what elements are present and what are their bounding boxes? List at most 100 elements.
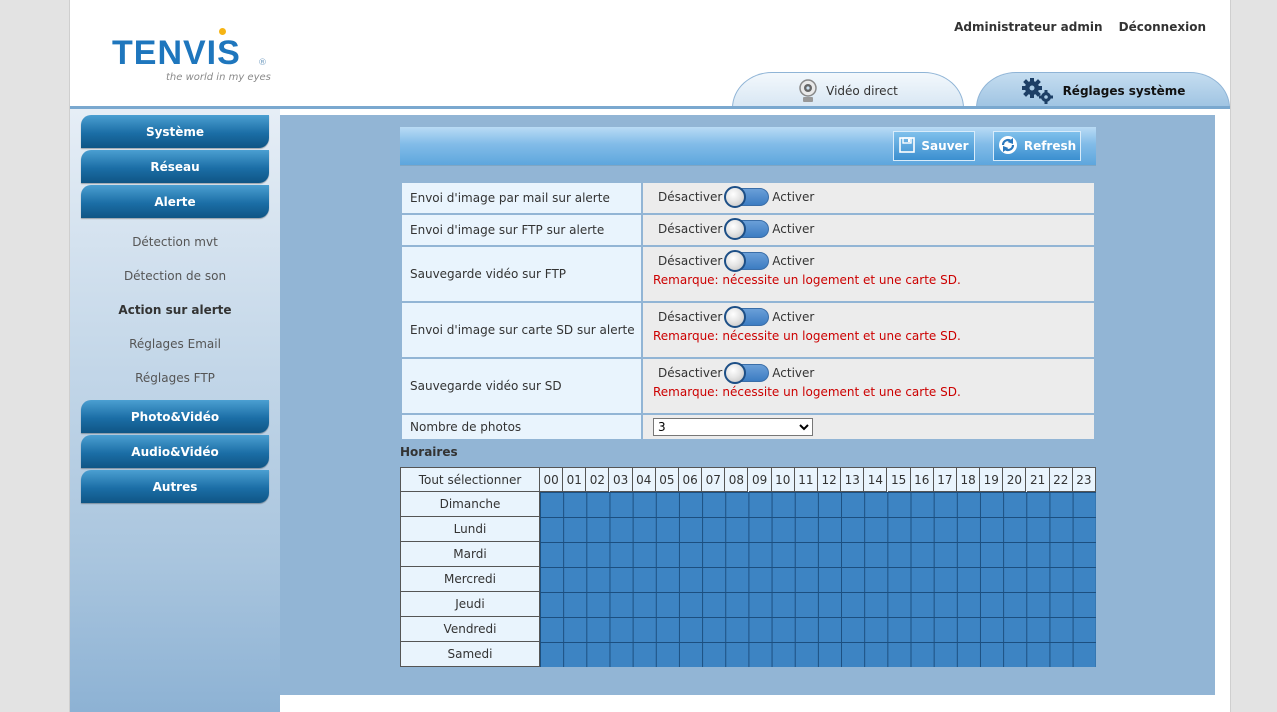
hour-header[interactable]: 12 (818, 468, 842, 492)
hour-header[interactable]: 11 (794, 468, 818, 492)
setting-label: Sauvegarde vidéo sur SD (400, 357, 643, 415)
camera-icon (798, 78, 818, 103)
setting-label: Sauvegarde vidéo sur FTP (400, 245, 643, 303)
ftp-image-toggle[interactable] (724, 218, 770, 240)
day-row-label[interactable]: Dimanche (401, 492, 540, 517)
sidebar-item-photo-video[interactable]: Photo&Vidéo (81, 400, 269, 433)
floppy-icon (899, 136, 916, 156)
day-row-label[interactable]: Vendredi (401, 617, 540, 642)
top-links: Administrateur admin Déconnexion (942, 20, 1206, 34)
tab-live-label: Vidéo direct (826, 83, 898, 98)
hour-header[interactable]: 01 (563, 468, 587, 492)
tenvis-logo: TENVIS ® the world in my eyes (112, 28, 292, 88)
toggle-off-label: Désactiver (658, 190, 723, 204)
hour-header[interactable]: 06 (679, 468, 703, 492)
setting-label: Nombre de photos (400, 413, 643, 441)
mail-alert-toggle[interactable] (724, 186, 770, 208)
sidebar-sub-action-alerte[interactable]: Action sur alerte (81, 300, 269, 320)
hour-header[interactable]: 23 (1072, 468, 1096, 492)
settings-row: Sauvegarde vidéo sur SD Désactiver Activ… (400, 357, 1096, 415)
toolbar: Sauver Refresh (400, 127, 1096, 166)
sidebar-sub-reglages-ftp[interactable]: Réglages FTP (81, 368, 269, 388)
settings-row: Nombre de photos 3 (400, 413, 1096, 441)
logo-tagline: the world in my eyes (166, 72, 271, 83)
day-row-label[interactable]: Samedi (401, 642, 540, 667)
toggle-off-label: Désactiver (658, 222, 723, 236)
registered-mark: ® (258, 58, 267, 68)
hour-header[interactable]: 05 (655, 468, 679, 492)
tab-system-settings[interactable]: Réglages système (976, 72, 1230, 108)
settings-row: Sauvegarde vidéo sur FTP Désactiver Acti… (400, 245, 1096, 303)
schedule-cells[interactable] (540, 492, 1096, 667)
hour-header[interactable]: 09 (748, 468, 772, 492)
logout-link[interactable]: Déconnexion (1119, 20, 1206, 34)
toggle-off-label: Désactiver (658, 366, 723, 380)
toggle-on-label: Activer (772, 190, 815, 204)
setting-value: 3 (641, 413, 1096, 441)
day-row-label[interactable]: Mardi (401, 542, 540, 567)
logo-brand: TENVIS (112, 34, 241, 72)
ftp-video-toggle[interactable] (724, 250, 770, 272)
hour-header[interactable]: 07 (702, 468, 726, 492)
select-all-button[interactable]: Tout sélectionner (401, 468, 540, 492)
hour-header[interactable]: 10 (771, 468, 795, 492)
hour-header[interactable]: 00 (540, 468, 564, 492)
hour-header[interactable]: 17 (933, 468, 957, 492)
settings-row: Envoi d'image sur carte SD sur alerte Dé… (400, 301, 1096, 359)
refresh-label: Refresh (1023, 139, 1077, 153)
alert-action-settings: Envoi d'image par mail sur alerte Désact… (400, 181, 1096, 441)
day-row-label[interactable]: Jeudi (401, 592, 540, 617)
sidebar-sub-detection-mvt[interactable]: Détection mvt (81, 232, 269, 252)
sidebar-item-alerte[interactable]: Alerte (81, 185, 269, 218)
refresh-button[interactable]: Refresh (993, 131, 1081, 161)
hour-header[interactable]: 04 (632, 468, 656, 492)
sidebar-sub-reglages-email[interactable]: Réglages Email (81, 334, 269, 354)
sd-video-toggle[interactable] (724, 362, 770, 384)
tab-system-label: Réglages système (1062, 83, 1186, 98)
sd-image-toggle[interactable] (724, 306, 770, 328)
sd-card-note: Remarque: nécessite un logement et une c… (653, 329, 961, 343)
save-label: Sauver (921, 139, 969, 153)
app-frame: TENVIS ® the world in my eyes Administra… (69, 0, 1231, 712)
toggle-on-label: Activer (772, 254, 815, 268)
hour-header[interactable]: 02 (586, 468, 610, 492)
hour-header[interactable]: 18 (957, 468, 981, 492)
sidebar-item-audio-video[interactable]: Audio&Vidéo (81, 435, 269, 468)
day-row-label[interactable]: Lundi (401, 517, 540, 542)
hour-header[interactable]: 08 (725, 468, 749, 492)
tab-live-video[interactable]: Vidéo direct (732, 72, 964, 108)
settings-row: Envoi d'image sur FTP sur alerte Désacti… (400, 213, 1096, 247)
sidebar-item-reseau[interactable]: Réseau (81, 150, 269, 183)
hour-header[interactable]: 20 (1003, 468, 1027, 492)
day-row-label[interactable]: Mercredi (401, 567, 540, 592)
schedule-title: Horaires (400, 445, 458, 459)
photo-count-select[interactable]: 3 (653, 418, 813, 436)
logo-dot (219, 28, 226, 35)
hour-header[interactable]: 15 (887, 468, 911, 492)
hour-header[interactable]: 03 (609, 468, 633, 492)
setting-label: Envoi d'image sur FTP sur alerte (400, 213, 643, 247)
hour-header[interactable]: 22 (1049, 468, 1073, 492)
sd-card-note: Remarque: nécessite un logement et une c… (653, 273, 961, 287)
sidebar-item-autres[interactable]: Autres (81, 470, 269, 503)
sidebar-sub-detection-son[interactable]: Détection de son (81, 266, 269, 286)
hour-header[interactable]: 16 (910, 468, 934, 492)
toggle-on-label: Activer (772, 222, 815, 236)
setting-value: Désactiver Activer (641, 181, 1096, 215)
setting-value: Désactiver Activer Remarque: nécessite u… (641, 245, 1096, 303)
sidebar: Système Réseau Alerte Détection mvt Déte… (70, 109, 280, 712)
setting-value: Désactiver Activer (641, 213, 1096, 247)
schedule-grid: Tout sélectionner 00 01 02 03 04 05 06 07 08 09 10… (400, 467, 1096, 667)
hour-header[interactable]: 13 (841, 468, 865, 492)
hour-header[interactable]: 19 (980, 468, 1004, 492)
gears-icon (1021, 77, 1055, 105)
sidebar-item-systeme[interactable]: Système (81, 115, 269, 148)
hour-header[interactable]: 14 (864, 468, 888, 492)
toggle-off-label: Désactiver (658, 254, 723, 268)
save-button[interactable]: Sauver (893, 131, 975, 161)
toggle-on-label: Activer (772, 366, 815, 380)
refresh-icon (998, 135, 1018, 158)
setting-value: Désactiver Activer Remarque: nécessite u… (641, 301, 1096, 359)
settings-row: Envoi d'image par mail sur alerte Désact… (400, 181, 1096, 215)
hour-header[interactable]: 21 (1026, 468, 1050, 492)
